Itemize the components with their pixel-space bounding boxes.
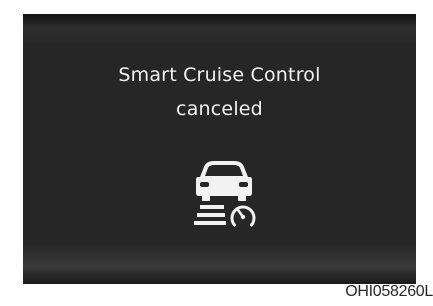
smart-cruise-control-icon (194, 161, 257, 230)
message-line-1: Smart Cruise Control (118, 64, 321, 86)
message-line-2: canceled (176, 98, 263, 120)
figure-frame: Smart Cruise Control canceled OHI058260L (0, 0, 433, 306)
figure-code: OHI058260L (345, 283, 433, 300)
cluster-display: Smart Cruise Control canceled (23, 14, 416, 284)
